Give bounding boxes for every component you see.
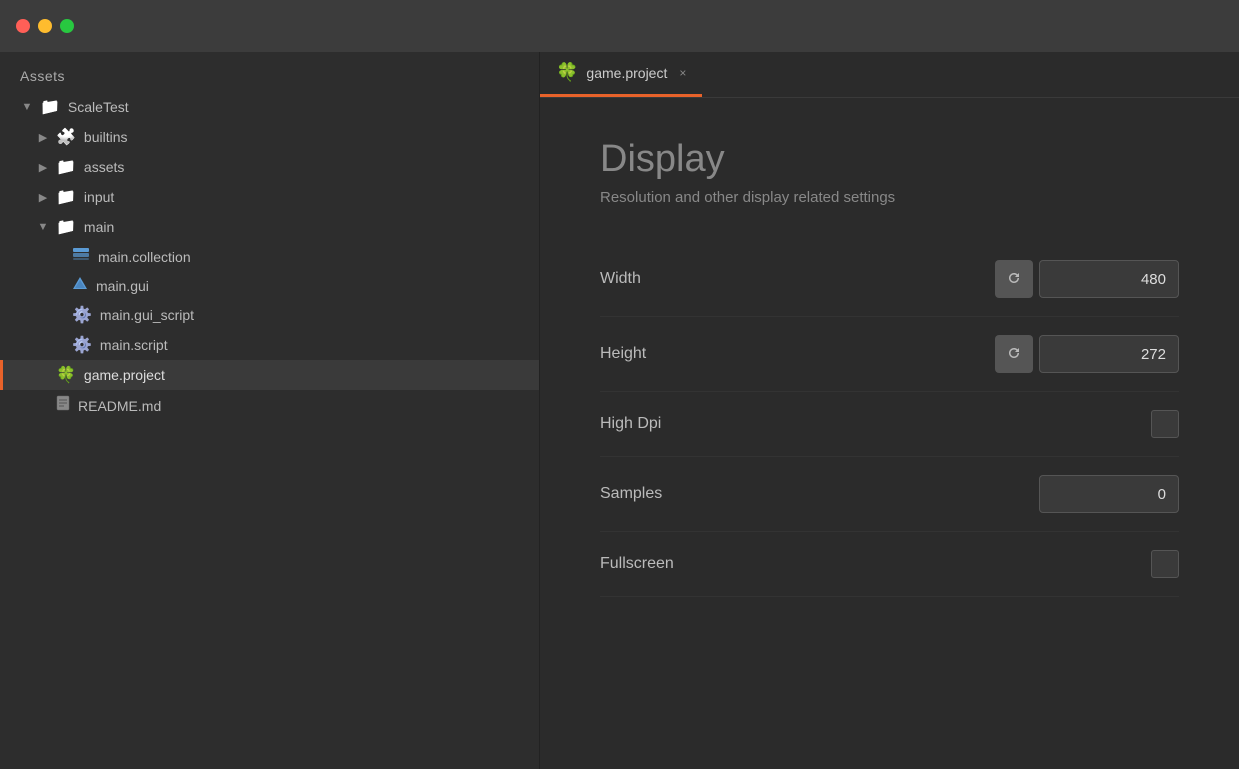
puzzle-icon: 🧩	[56, 127, 76, 147]
tree-item-label: assets	[84, 159, 124, 175]
close-button[interactable]	[16, 19, 30, 33]
sidebar-item-assets[interactable]: ▶ 📁 assets	[0, 152, 539, 182]
reset-button-height[interactable]	[995, 335, 1033, 373]
setting-row-high_dpi: High Dpi	[600, 392, 1179, 457]
tree-item-label: main.gui_script	[100, 307, 194, 323]
tree-item-label: main.script	[100, 337, 168, 353]
setting-controls-width	[995, 260, 1179, 298]
setting-controls-fullscreen	[1151, 550, 1179, 578]
sidebar-item-main[interactable]: ▼ 📁 main	[0, 212, 539, 242]
tree-item-label: main	[84, 219, 114, 235]
chevron-icon: ▶	[36, 191, 50, 204]
script-icon: ⚙️	[72, 305, 92, 325]
tab-bar: 🍀 game.project ×	[540, 52, 1239, 98]
sidebar-item-builtins[interactable]: ▶ 🧩 builtins	[0, 122, 539, 152]
setting-label-samples: Samples	[600, 485, 1039, 503]
sidebar-item-main-gui[interactable]: main.gui	[0, 271, 539, 300]
tree-item-label: ScaleTest	[68, 99, 129, 115]
sidebar-item-main-script[interactable]: ⚙️ main.script	[0, 330, 539, 360]
setting-controls-samples	[1039, 475, 1179, 513]
chevron-icon: ▶	[36, 131, 50, 144]
tab-icon: 🍀	[556, 62, 578, 83]
reset-button-width[interactable]	[995, 260, 1033, 298]
script-icon: ⚙️	[72, 335, 92, 355]
file-tree: ▼ 📁 ScaleTest ▶ 🧩 builtins ▶ 📁 assets ▶ 📁 input ▼ 📁 ma…	[0, 92, 539, 421]
folder-icon: 📁	[40, 97, 60, 117]
section-subtitle: Resolution and other display related set…	[600, 189, 1179, 206]
project-icon: 🍀	[56, 365, 76, 385]
folder-icon: 📁	[56, 157, 76, 177]
setting-row-height: Height	[600, 317, 1179, 392]
gui-icon	[72, 276, 88, 295]
chevron-icon: ▼	[20, 101, 34, 113]
number-input-samples[interactable]	[1039, 475, 1179, 513]
setting-row-width: Width	[600, 242, 1179, 317]
setting-label-high_dpi: High Dpi	[600, 415, 1151, 433]
tree-item-label: builtins	[84, 129, 128, 145]
folder-icon: 📁	[56, 187, 76, 207]
sidebar-item-scaletest[interactable]: ▼ 📁 ScaleTest	[0, 92, 539, 122]
sidebar-item-readme[interactable]: README.md	[0, 390, 539, 421]
folder-icon: 📁	[56, 217, 76, 237]
setting-label-fullscreen: Fullscreen	[600, 555, 1151, 573]
chevron-icon: ▼	[36, 221, 50, 233]
sidebar-item-main-collection[interactable]: main.collection	[0, 242, 539, 271]
number-input-height[interactable]	[1039, 335, 1179, 373]
setting-label-height: Height	[600, 345, 995, 363]
sidebar-item-game-project[interactable]: 🍀 game.project	[0, 360, 539, 390]
sidebar-item-main-gui-script[interactable]: ⚙️ main.gui_script	[0, 300, 539, 330]
setting-row-fullscreen: Fullscreen	[600, 532, 1179, 597]
setting-row-samples: Samples	[600, 457, 1179, 532]
number-input-width[interactable]	[1039, 260, 1179, 298]
assets-header: Assets	[0, 52, 539, 92]
sidebar-item-input[interactable]: ▶ 📁 input	[0, 182, 539, 212]
main-layout: Assets ▼ 📁 ScaleTest ▶ 🧩 builtins ▶ 📁 assets ▶ 📁 in…	[0, 52, 1239, 769]
minimize-button[interactable]	[38, 19, 52, 33]
chevron-icon: ▶	[36, 161, 50, 174]
setting-label-width: Width	[600, 270, 995, 288]
tree-item-label: game.project	[84, 367, 165, 383]
checkbox-fullscreen[interactable]	[1151, 550, 1179, 578]
section-title: Display	[600, 138, 1179, 181]
tree-item-label: main.gui	[96, 278, 149, 294]
game-project-tab[interactable]: 🍀 game.project ×	[540, 51, 702, 97]
maximize-button[interactable]	[60, 19, 74, 33]
checkbox-high_dpi[interactable]	[1151, 410, 1179, 438]
tree-item-label: input	[84, 189, 114, 205]
settings-rows: Width Height High Dpi Samples Fullscreen	[600, 242, 1179, 597]
tree-item-label: README.md	[78, 398, 161, 414]
settings-panel: Display Resolution and other display rel…	[540, 98, 1239, 769]
tab-label: game.project	[586, 65, 667, 81]
titlebar	[0, 0, 1239, 52]
tree-item-label: main.collection	[98, 249, 191, 265]
setting-controls-height	[995, 335, 1179, 373]
collection-icon	[72, 247, 90, 266]
setting-controls-high_dpi	[1151, 410, 1179, 438]
file-icon	[56, 395, 70, 416]
tab-close-button[interactable]: ×	[679, 66, 686, 80]
content-area: 🍀 game.project × Display Resolution and …	[540, 52, 1239, 769]
sidebar: Assets ▼ 📁 ScaleTest ▶ 🧩 builtins ▶ 📁 assets ▶ 📁 in…	[0, 52, 540, 769]
